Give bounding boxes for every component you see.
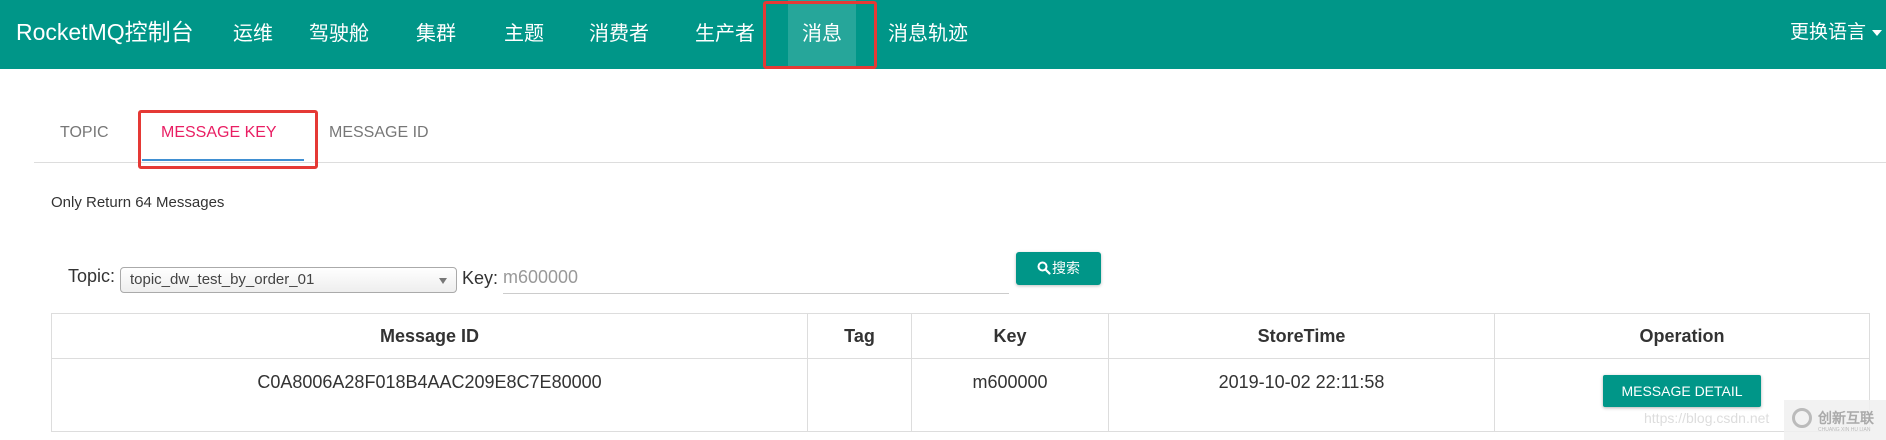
nav-item-cluster[interactable]: 集群 xyxy=(406,0,466,69)
logo-icon xyxy=(1792,408,1812,428)
key-label: Key: xyxy=(462,268,499,288)
nav-item-producer[interactable]: 生产者 xyxy=(692,0,758,69)
nav-item-consumer[interactable]: 消费者 xyxy=(586,0,652,69)
watermark-logo-subtext: CHUANG XIN HU LIAN xyxy=(1818,427,1871,433)
tabs-divider xyxy=(34,162,1886,163)
search-icon xyxy=(1037,261,1051,275)
language-label: 更换语言 xyxy=(1789,22,1866,43)
cell-tag xyxy=(807,358,912,432)
cell-key: m600000 xyxy=(911,358,1109,432)
header-message-id: Message ID xyxy=(51,313,808,359)
nav-item-topic[interactable]: 主题 xyxy=(494,0,554,69)
language-dropdown[interactable]: 更换语言 xyxy=(1790,0,1886,69)
search-button-label: 搜索 xyxy=(1052,260,1080,276)
key-input[interactable] xyxy=(503,260,1009,294)
search-button[interactable]: 搜索 xyxy=(1016,252,1101,285)
nav-item-ops[interactable]: 运维 xyxy=(223,0,283,69)
watermark-logo-text: 创新互联 xyxy=(1818,410,1874,426)
header-key: Key xyxy=(911,313,1109,359)
table-row: C0A8006A28F018B4AAC209E8C7E80000 m600000… xyxy=(51,358,1870,432)
topic-select-value: topic_dw_test_by_order_01 xyxy=(130,271,315,288)
table-header-row: Message ID Tag Key StoreTime Operation xyxy=(51,313,1870,359)
header-operation: Operation xyxy=(1494,313,1870,359)
tab-topic[interactable]: TOPIC xyxy=(60,124,109,142)
nav-item-message[interactable]: 消息 xyxy=(788,0,856,69)
header-tag: Tag xyxy=(807,313,912,359)
nav-item-message-trace[interactable]: 消息轨迹 xyxy=(886,0,970,69)
topic-select[interactable]: topic_dw_test_by_order_01 xyxy=(120,267,457,293)
cell-store-time: 2019-10-02 22:11:58 xyxy=(1108,358,1495,432)
result-limit-notice: Only Return 64 Messages xyxy=(51,194,225,211)
topic-label: Topic: xyxy=(68,266,116,286)
top-navbar: RocketMQ控制台 运维 驾驶舱 集群 主题 消费者 生产者 消息 消息轨迹… xyxy=(0,0,1886,69)
results-table: Message ID Tag Key StoreTime Operation C… xyxy=(51,313,1870,432)
watermark-url: https://blog.csdn.net xyxy=(1644,410,1770,426)
message-detail-button[interactable]: MESSAGE DETAIL xyxy=(1603,375,1761,407)
nav-item-cockpit[interactable]: 驾驶舱 xyxy=(303,0,375,69)
brand-logo[interactable]: RocketMQ控制台 xyxy=(16,18,194,46)
cell-message-id: C0A8006A28F018B4AAC209E8C7E80000 xyxy=(51,358,808,432)
tab-message-key[interactable]: MESSAGE KEY xyxy=(161,124,277,142)
tab-message-id[interactable]: MESSAGE ID xyxy=(329,124,429,142)
watermark-logo: 创新互联 CHUANG XIN HU LIAN xyxy=(1784,400,1886,440)
select-arrow-icon xyxy=(439,278,447,284)
header-store-time: StoreTime xyxy=(1108,313,1495,359)
caret-down-icon xyxy=(1872,29,1882,36)
active-tab-indicator xyxy=(142,159,304,161)
